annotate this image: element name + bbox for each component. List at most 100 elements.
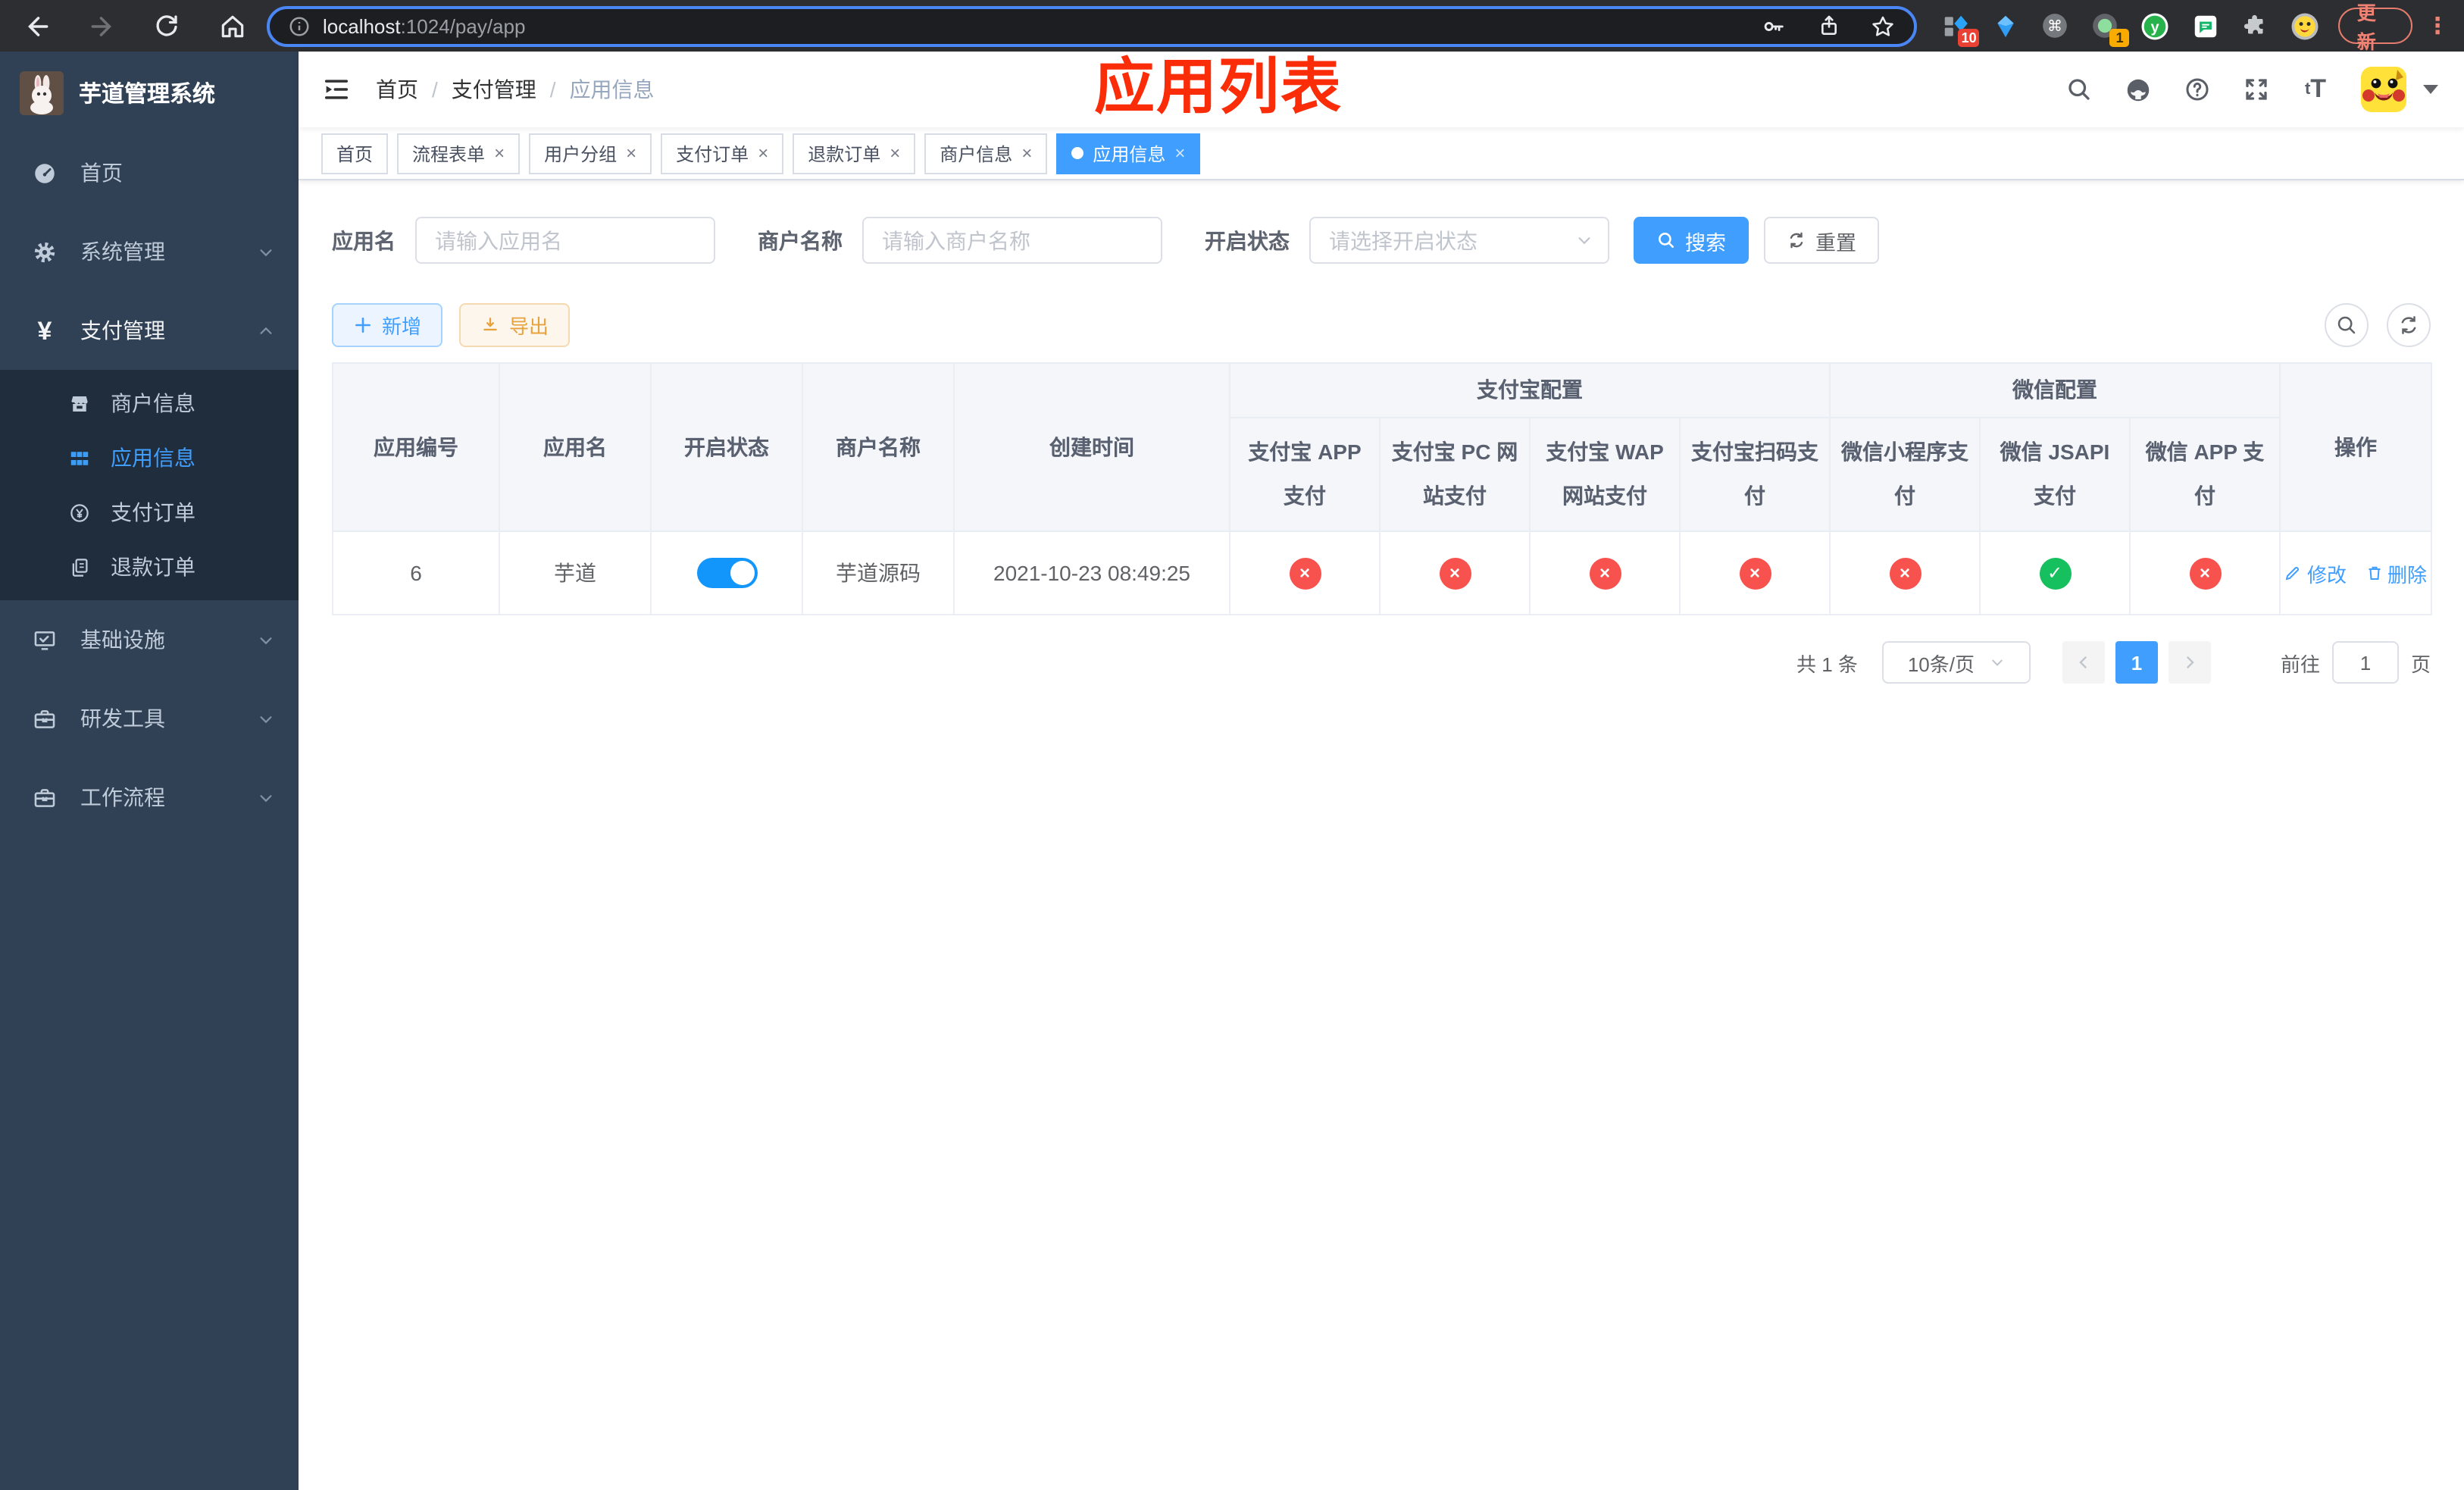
breadcrumb-home[interactable]: 首页 — [376, 74, 418, 105]
status-select[interactable]: 请选择开启状态 — [1309, 217, 1609, 264]
tab-process-form[interactable]: 流程表单 × — [397, 133, 521, 174]
page-number-current[interactable]: 1 — [2115, 641, 2158, 684]
app-name-label: 应用名 — [332, 228, 396, 252]
prev-page-button[interactable] — [2062, 641, 2105, 684]
sidebar-collapse-icon[interactable] — [321, 74, 352, 105]
search-button-label: 搜索 — [1685, 231, 1726, 254]
extension-y-icon[interactable]: y — [2140, 11, 2171, 41]
sidebar-item-system[interactable]: 系统管理 — [0, 212, 299, 291]
tab-app-info[interactable]: 应用信息 × — [1056, 133, 1201, 174]
export-button[interactable]: 导出 — [459, 303, 571, 347]
bookmark-star-icon[interactable] — [1871, 13, 1896, 39]
chevron-down-icon — [1576, 232, 1593, 249]
col-status: 开启状态 — [650, 362, 803, 532]
sidebar-item-app-info[interactable]: 应用信息 — [0, 430, 299, 485]
sidebar-item-merchant-info[interactable]: 商户信息 — [0, 376, 299, 430]
tab-close-icon[interactable]: × — [890, 144, 900, 162]
tab-home[interactable]: 首页 — [321, 133, 389, 174]
sidebar-item-label: 首页 — [80, 161, 123, 185]
tab-pay-order[interactable]: 支付订单 × — [661, 133, 784, 174]
delete-link[interactable]: 删除 — [2365, 559, 2427, 587]
main-content: 应用名 商户名称 开启状态 请选择开启状态 搜索 重置 — [299, 180, 2464, 1490]
pencil-icon — [2286, 566, 2300, 581]
sidebar-item-home[interactable]: 首页 — [0, 133, 299, 212]
sidebar-logo[interactable]: 芋道管理系统 — [0, 52, 299, 133]
address-bar[interactable]: localhost:1024/pay/app — [267, 5, 1918, 46]
cell-wechat-jsapi: ✓ — [1979, 531, 2131, 615]
search-button[interactable]: 搜索 — [1634, 217, 1749, 264]
app-name-input[interactable] — [415, 217, 715, 264]
sidebar-item-refund-order[interactable]: 退款订单 — [0, 540, 299, 594]
tab-close-icon[interactable]: × — [626, 144, 636, 162]
sidebar-item-dev-tools[interactable]: 研发工具 — [0, 679, 299, 758]
extension-recorder-icon[interactable]: 1 — [2090, 11, 2130, 47]
switch-knob — [730, 561, 754, 585]
reset-button[interactable]: 重置 — [1764, 217, 1879, 264]
user-avatar[interactable] — [2361, 67, 2406, 112]
merchant-name-label: 商户名称 — [758, 228, 843, 252]
sidebar-item-payment[interactable]: ¥ 支付管理 — [0, 291, 299, 370]
refresh-table-icon[interactable] — [2387, 303, 2431, 347]
browser-back-icon[interactable] — [21, 11, 52, 41]
tab-merchant-info[interactable]: 商户信息 × — [924, 133, 1048, 174]
extensions-puzzle-icon[interactable] — [2240, 11, 2271, 41]
status-icon: × — [1289, 557, 1321, 589]
enable-switch[interactable] — [696, 558, 757, 588]
col-alipay-app: 支付宝 APP 支付 — [1229, 417, 1381, 532]
tab-user-group[interactable]: 用户分组 × — [529, 133, 652, 174]
sidebar: 芋道管理系统 首页 系统管理 ¥ 支付管理 商户信息 应用信息 支付订单 退款订… — [0, 52, 299, 1490]
chevron-down-icon — [258, 710, 274, 727]
goto-page-input[interactable] — [2331, 641, 2399, 684]
browser-home-icon[interactable] — [217, 11, 247, 41]
extension-command-icon[interactable]: ⌘ — [2040, 11, 2071, 41]
browser-update-button[interactable]: 更新 — [2338, 3, 2412, 53]
add-button[interactable]: 新增 — [332, 303, 443, 347]
browser-menu-icon[interactable]: ⋮ — [2426, 14, 2449, 37]
delete-label: 删除 — [2387, 563, 2428, 586]
cell-app-id: 6 — [332, 531, 500, 615]
breadcrumb: 首页 / 支付管理 / 应用信息 — [376, 74, 655, 105]
next-page-button[interactable] — [2168, 641, 2211, 684]
profile-avatar-icon[interactable] — [2290, 11, 2321, 41]
sidebar-item-workflow[interactable]: 工作流程 — [0, 758, 299, 837]
col-group-alipay: 支付宝配置 — [1229, 362, 1831, 418]
tab-close-icon[interactable]: × — [1174, 144, 1185, 162]
svg-text:⌘: ⌘ — [2048, 17, 2063, 35]
tab-label: 流程表单 — [412, 143, 486, 164]
documents-icon — [68, 556, 91, 578]
merchant-name-input[interactable] — [862, 217, 1162, 264]
site-info-icon[interactable] — [288, 14, 311, 37]
tab-close-icon[interactable]: × — [494, 144, 505, 162]
status-select-placeholder: 请选择开启状态 — [1329, 228, 1477, 252]
browser-reload-icon[interactable] — [152, 11, 182, 41]
extension-grid-icon[interactable]: 10 — [1940, 11, 1980, 47]
toggle-search-icon[interactable] — [2325, 303, 2369, 347]
edit-link[interactable]: 修改 — [2284, 559, 2347, 587]
share-icon[interactable] — [1816, 13, 1842, 39]
font-size-icon[interactable]: tT — [2302, 74, 2329, 103]
fullscreen-icon[interactable] — [2243, 76, 2270, 103]
github-icon[interactable] — [2125, 76, 2152, 103]
breadcrumb-payment[interactable]: 支付管理 — [452, 74, 536, 105]
cell-alipay-app: × — [1229, 531, 1381, 615]
page-size-select[interactable]: 10条/页 — [1881, 641, 2031, 684]
sidebar-item-infrastructure[interactable]: 基础设施 — [0, 600, 299, 679]
sidebar-item-pay-order[interactable]: 支付订单 — [0, 485, 299, 540]
col-app-name: 应用名 — [499, 362, 652, 532]
tab-close-icon[interactable]: × — [1021, 144, 1032, 162]
password-key-icon[interactable] — [1762, 13, 1787, 39]
tab-refund-order[interactable]: 退款订单 × — [793, 133, 916, 174]
status-icon: × — [1889, 557, 1921, 589]
browser-forward-icon[interactable] — [86, 11, 117, 41]
toolbox-icon — [32, 706, 58, 731]
help-icon[interactable] — [2184, 76, 2211, 103]
app-title: 芋道管理系统 — [79, 81, 216, 107]
header-search-icon[interactable] — [2065, 76, 2093, 103]
tab-close-icon[interactable]: × — [758, 144, 768, 162]
grid-table-icon — [68, 446, 91, 469]
table-toolbar: 新增 导出 — [332, 303, 2431, 347]
cell-app-name: 芋道 — [499, 531, 652, 615]
extension-balloon-icon[interactable] — [1990, 11, 2021, 41]
avatar-caret-icon[interactable] — [2423, 85, 2438, 94]
extension-chat-icon[interactable] — [2190, 11, 2221, 41]
